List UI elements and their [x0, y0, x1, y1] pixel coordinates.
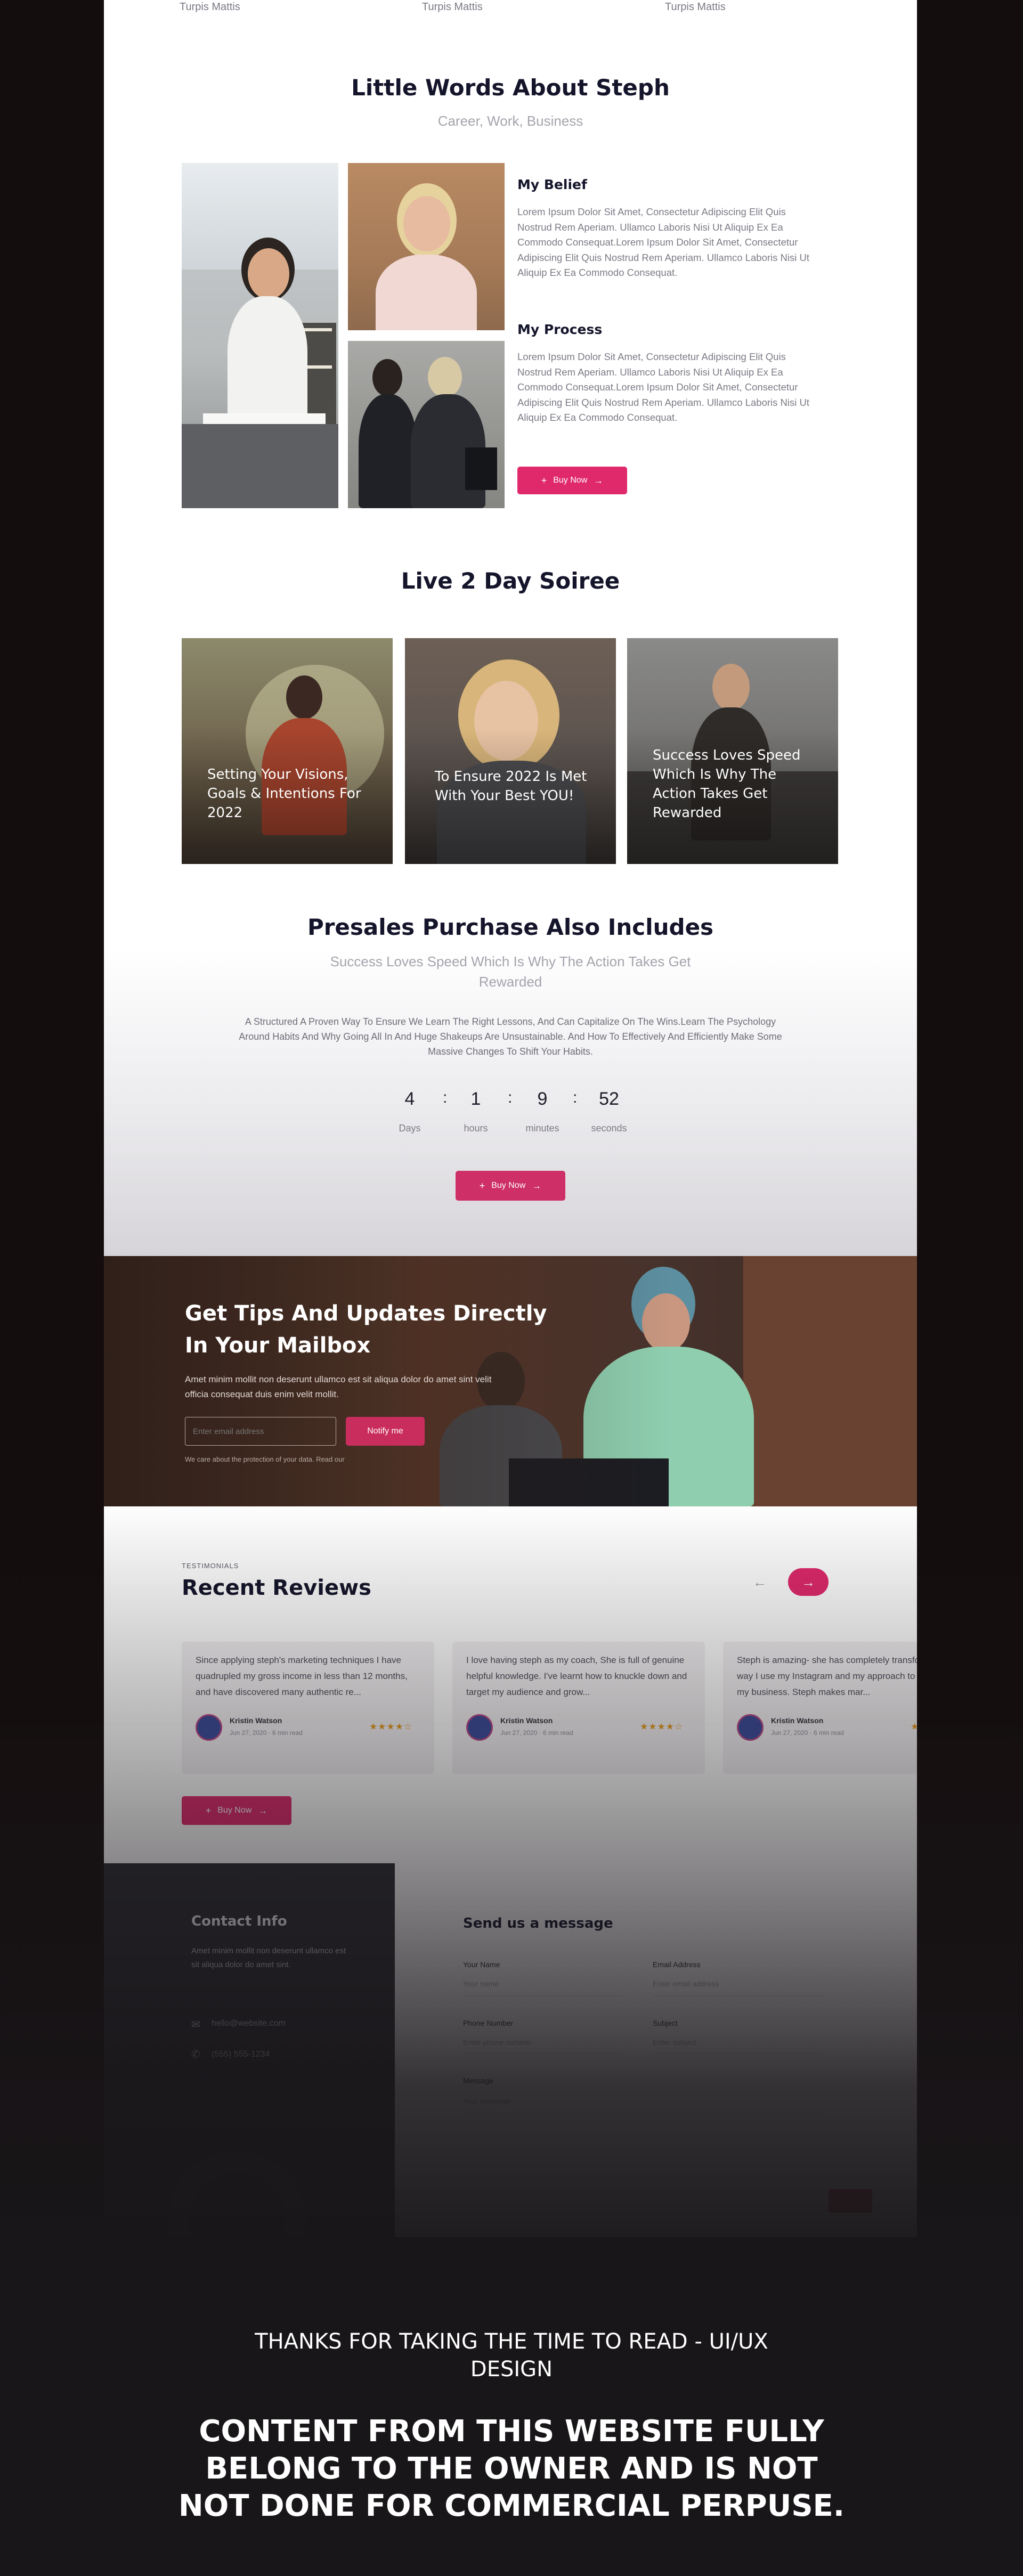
plus-icon: + [479, 1180, 485, 1191]
email-label: Email Address [653, 1960, 701, 1969]
email-field[interactable]: Enter email address [653, 1979, 719, 1988]
contact-info-text: Amet minim mollit non deserunt ullamco e… [191, 1946, 346, 1969]
newsletter-email-input[interactable] [185, 1417, 336, 1446]
newsletter-section: Get Tips And Updates Directly In Your Ma… [104, 1256, 917, 1506]
star-rating: ★★★★☆ [911, 1722, 917, 1732]
team-member-name: Turpis Mattis [180, 1, 240, 13]
soiree-card[interactable]: Setting Your Visions, Goals & Intentions… [182, 638, 393, 864]
newsletter-privacy-note: We care about the protection of your dat… [185, 1455, 345, 1463]
plus-icon: + [205, 1805, 212, 1816]
presales-buy-now-button[interactable]: + Buy Now → [456, 1171, 565, 1201]
countdown-days-label: Days [399, 1123, 421, 1134]
subject-label: Subject [653, 2019, 678, 2027]
thanks-text: THANKS FOR TAKING THE TIME TO READ - UI/… [255, 2329, 768, 2382]
review-date: Jun 27, 2020 · 6 min read [500, 1729, 573, 1737]
star-rating: ★★★★☆ [640, 1722, 684, 1732]
arrow-right-icon: → [594, 475, 604, 486]
avatar [737, 1714, 764, 1741]
review-card: Steph is amazing- she has completely tra… [723, 1642, 917, 1774]
review-card: Since applying steph's marketing techniq… [182, 1642, 434, 1774]
countdown-minutes-label: minutes [525, 1123, 559, 1134]
soiree-card[interactable]: To Ensure 2022 Is Met With Your Best YOU… [405, 638, 616, 864]
presales-title: Presales Purchase Also Includes [307, 914, 714, 940]
notify-me-button[interactable]: Notify me [346, 1417, 425, 1446]
team-member-name: Turpis Mattis [422, 1, 483, 13]
arrow-right-icon: → [258, 1805, 268, 1816]
review-date: Jun 27, 2020 · 6 min read [230, 1729, 303, 1737]
about-subtitle: Career, Work, Business [437, 113, 583, 129]
steph-desk-photo [182, 163, 338, 508]
countdown-minutes: 9 [537, 1089, 548, 1109]
steph-portrait-photo [348, 163, 505, 330]
reviews-buy-now-button[interactable]: + Buy Now → [182, 1796, 291, 1825]
soiree-card[interactable]: Success Loves Speed Which Is Why The Act… [627, 638, 838, 864]
arrow-right-icon: → [532, 1180, 542, 1191]
presales-subtitle: Success Loves Speed Which Is Why The Act… [330, 953, 691, 990]
button-label: Buy Now [553, 476, 588, 485]
about-title: Little Words About Steph [351, 75, 670, 101]
plus-icon: + [541, 475, 547, 486]
soiree-card-title: To Ensure 2022 Is Met With Your Best YOU… [435, 769, 587, 804]
name-field[interactable]: Your name [463, 1979, 499, 1988]
countdown-hours: 1 [470, 1089, 481, 1109]
subject-field[interactable]: Enter subject [653, 2038, 696, 2047]
reviews-title: Recent Reviews [182, 1576, 371, 1600]
review-date: Jun 27, 2020 · 6 min read [771, 1729, 844, 1737]
contact-email[interactable]: hello@website.com [212, 2019, 286, 2028]
contact-info-title: Contact Info [191, 1913, 287, 1929]
arrow-right-icon[interactable]: → [788, 1568, 829, 1596]
mail-icon: ✉ [191, 2019, 200, 2031]
message-field[interactable]: Your message [463, 2097, 510, 2105]
review-text: I love having steph as my coach, She is … [466, 1655, 687, 1697]
avatar [196, 1714, 222, 1741]
send-message-button[interactable] [829, 2189, 872, 2213]
review-card: I love having steph as my coach, She is … [452, 1642, 705, 1774]
phone-label: Phone Number [463, 2019, 514, 2027]
countdown-seconds-label: seconds [591, 1123, 627, 1134]
presales-text: A Structured A Proven Way To Ensure We L… [239, 1016, 782, 1057]
process-text: Lorem Ipsum Dolor Sit Amet, Consectetur … [517, 351, 809, 423]
reviewer-name: Kristin Watson [230, 1716, 282, 1725]
reviewer-name: Kristin Watson [771, 1716, 824, 1725]
name-label: Your Name [463, 1960, 500, 1969]
star-rating: ★★★★☆ [369, 1722, 413, 1732]
soiree-title: Live 2 Day Soiree [401, 568, 620, 594]
disclaimer-text: CONTENT FROM THIS WEBSITE FULLY BELONG T… [178, 2414, 845, 2523]
soiree-card-title: Setting Your Visions, Goals & Intentions… [207, 767, 361, 821]
avatar [466, 1714, 493, 1741]
team-member-name: Turpis Mattis [665, 1, 726, 13]
about-buy-now-button[interactable]: + Buy Now → [517, 467, 627, 494]
message-label: Message [463, 2076, 493, 2085]
review-text: Steph is amazing- she has completely tra… [737, 1655, 917, 1697]
testimonials-eyebrow: TESTIMONIALS [182, 1562, 239, 1570]
countdown-days: 4 [404, 1089, 415, 1109]
contact-info-panel: Contact Info Amet minim mollit non deser… [104, 1863, 395, 2237]
soiree-card-title: Success Loves Speed Which Is Why The Act… [653, 747, 801, 821]
landing-page: Turpis Mattis Turpis Mattis Turpis Matti… [104, 0, 917, 2237]
review-text: Since applying steph's marketing techniq… [196, 1655, 408, 1697]
countdown-seconds: 52 [599, 1089, 619, 1109]
reviewer-name: Kristin Watson [500, 1716, 553, 1725]
phone-icon: ✆ [191, 2049, 200, 2060]
process-title: My Process [517, 322, 603, 337]
arrow-left-icon[interactable]: ← [741, 1568, 778, 1596]
contact-phone[interactable]: (555) 555-1234 [212, 2050, 270, 2059]
newsletter-text: Amet minim mollit non deserunt ullamco e… [185, 1374, 492, 1399]
contact-form-title: Send us a message [463, 1915, 613, 1931]
countdown-hours-label: hours [464, 1123, 488, 1134]
button-label: Buy Now [217, 1806, 252, 1815]
newsletter-title: Get Tips And Updates Directly In Your Ma… [185, 1301, 547, 1358]
phone-field[interactable]: Enter phone number [463, 2038, 531, 2047]
button-label: Buy Now [491, 1181, 526, 1190]
steph-meeting-photo [348, 341, 505, 508]
belief-text: Lorem Ipsum Dolor Sit Amet, Consectetur … [517, 206, 809, 278]
belief-title: My Belief [517, 177, 587, 192]
